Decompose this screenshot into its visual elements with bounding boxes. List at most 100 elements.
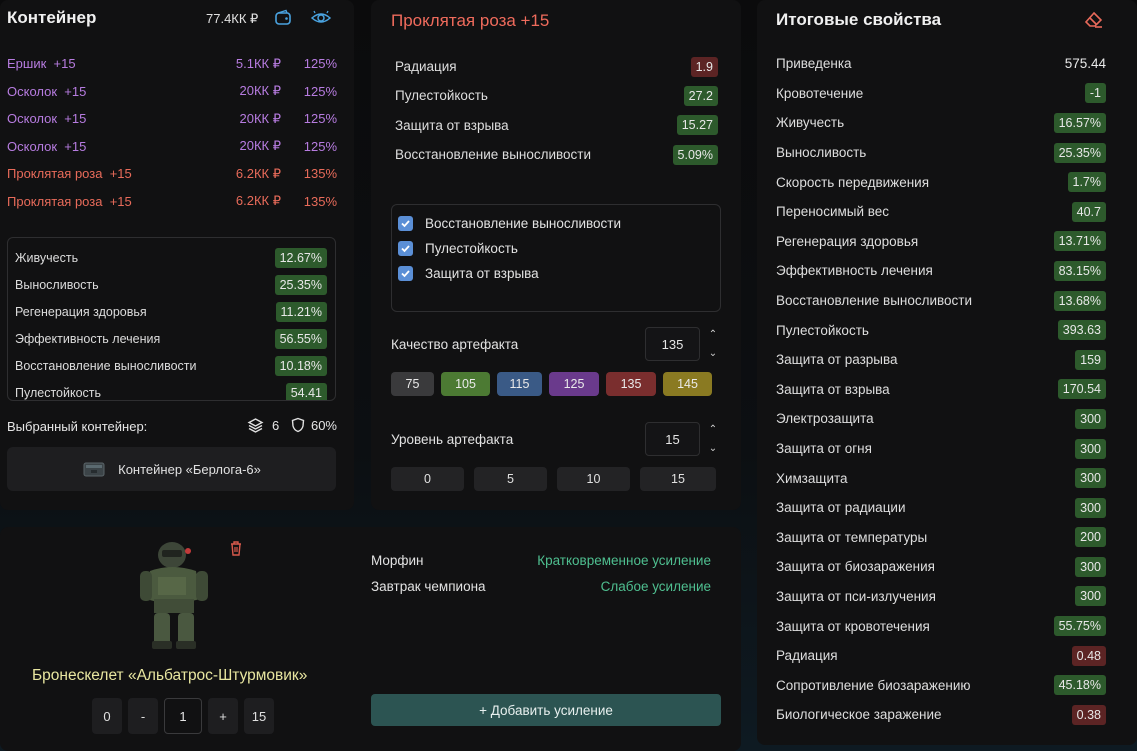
stat-label: Выносливость bbox=[15, 277, 99, 292]
chevron-down-icon[interactable]: ⌄ bbox=[709, 348, 717, 359]
container-button-label: Контейнер «Берлога-6» bbox=[118, 461, 261, 477]
artifact-row[interactable]: Осколок +15 20КК ₽ 125% bbox=[7, 78, 337, 106]
stat-label: Регенерация здоровья bbox=[15, 304, 147, 319]
property-label: Пулестойкость bbox=[395, 88, 488, 104]
total-value: 16.57% bbox=[1053, 112, 1106, 133]
boost-effect: Слабое усиление bbox=[600, 578, 711, 594]
total-value: 200 bbox=[1075, 527, 1106, 548]
artifact-row[interactable]: Проклятая роза +15 6.2КК ₽ 135% bbox=[7, 188, 337, 216]
add-boost-button[interactable]: + Добавить усиление bbox=[371, 694, 721, 726]
quality-chip[interactable]: 75 bbox=[391, 372, 434, 396]
artifact-name: Осколок bbox=[7, 83, 58, 99]
total-label: Защита от разрыва bbox=[776, 352, 898, 368]
total-label: Кровотечение bbox=[776, 85, 864, 101]
container-header: Контейнер 77.4КК ₽ bbox=[7, 8, 336, 30]
stat-value: 25.35% bbox=[274, 274, 327, 295]
artifact-title: Проклятая роза +15 bbox=[391, 11, 550, 30]
artifact-level: +15 bbox=[109, 193, 132, 209]
level-chip[interactable]: 15 bbox=[640, 467, 716, 491]
chevron-down-icon[interactable]: ⌄ bbox=[709, 443, 717, 454]
artifact-percent: 125% bbox=[303, 138, 337, 154]
property-row: Восстановление выносливости 5.09% bbox=[395, 140, 718, 169]
checklist-item[interactable]: Защита от взрыва bbox=[398, 261, 720, 286]
selected-container-row: Выбранный контейнер: 6 60% bbox=[7, 417, 337, 437]
artifact-row[interactable]: Осколок +15 20КК ₽ 125% bbox=[7, 133, 337, 161]
quality-label: Качество артефакта bbox=[391, 337, 519, 352]
min-level-button[interactable]: 0 bbox=[92, 698, 122, 734]
total-label: Защита от огня bbox=[776, 441, 872, 457]
stat-value: 54.41 bbox=[285, 382, 327, 400]
property-label: Защита от взрыва bbox=[395, 117, 509, 133]
increment-button[interactable]: + bbox=[208, 698, 238, 734]
checklist-item[interactable]: Восстановление выносливости bbox=[398, 211, 720, 236]
boost-row[interactable]: Завтрак чемпиона Слабое усиление bbox=[371, 573, 711, 599]
total-row: Защита от взрыва 170.54 bbox=[776, 375, 1106, 405]
armor-name: Бронескелет «Альбатрос-Штурмовик» bbox=[32, 667, 308, 684]
artifact-price: 5.1КК ₽ bbox=[235, 55, 281, 71]
container-stats[interactable]: Живучесть 12.67% Выносливость 25.35% Реген… bbox=[7, 237, 336, 401]
checklist-item[interactable]: Пулестойкость bbox=[398, 236, 720, 261]
boost-name: Морфин bbox=[371, 552, 424, 568]
artifact-name: Проклятая роза bbox=[7, 193, 103, 209]
decrement-button[interactable]: - bbox=[128, 698, 158, 734]
artifact-percent: 125% bbox=[303, 56, 337, 72]
artifact-price: 20КК ₽ bbox=[239, 110, 282, 126]
stat-row: Регенерация здоровья 11.21% bbox=[15, 298, 327, 325]
total-value: 45.18% bbox=[1053, 675, 1106, 696]
level-chip[interactable]: 5 bbox=[474, 467, 547, 491]
artifact-row[interactable]: Ершик +15 5.1КК ₽ 125% bbox=[7, 50, 337, 78]
total-row: Выносливость 25.35% bbox=[776, 138, 1106, 168]
quality-chip[interactable]: 115 bbox=[497, 372, 542, 396]
total-value: 300 bbox=[1075, 586, 1106, 607]
eraser-icon[interactable] bbox=[1083, 9, 1105, 31]
total-label: Электрозащита bbox=[776, 411, 874, 427]
checklist-label: Защита от взрыва bbox=[425, 266, 539, 281]
artifact-level: +15 bbox=[64, 111, 87, 127]
total-label: Защита от радиации bbox=[776, 500, 906, 516]
container-icon bbox=[83, 462, 105, 477]
total-row: Радиация 0.48 bbox=[776, 641, 1106, 671]
artifact-name: Проклятая роза bbox=[7, 166, 103, 182]
total-label: Защита от биозаражения bbox=[776, 559, 935, 575]
armor-level-input[interactable]: 1 bbox=[164, 698, 202, 734]
quality-chip[interactable]: 125 bbox=[549, 372, 599, 396]
stat-row: Восстановление выносливости 10.18% bbox=[15, 352, 327, 379]
stat-value: 10.18% bbox=[274, 355, 327, 376]
boost-row[interactable]: Морфин Кратковременное усиление bbox=[371, 547, 711, 573]
total-label: Скорость передвижения bbox=[776, 174, 930, 190]
artifact-price: 20КК ₽ bbox=[239, 83, 282, 99]
wallet-icon[interactable] bbox=[272, 7, 294, 29]
artifact-name: Осколок bbox=[7, 138, 58, 154]
stat-value: 11.21% bbox=[275, 301, 327, 322]
trash-icon[interactable] bbox=[225, 537, 247, 559]
max-level-button[interactable]: 15 bbox=[244, 698, 274, 734]
chevron-up-icon[interactable]: ⌃ bbox=[709, 424, 717, 435]
level-chip[interactable]: 0 bbox=[391, 467, 464, 491]
total-row: Сопротивление биозаражению 45.18% bbox=[776, 670, 1106, 700]
quality-chip[interactable]: 105 bbox=[441, 372, 490, 396]
total-row: Химзащита 300 bbox=[776, 463, 1106, 493]
level-input[interactable]: 15 bbox=[645, 422, 700, 456]
artifact-row[interactable]: Проклятая роза +15 6.2КК ₽ 135% bbox=[7, 160, 337, 188]
checkbox-checked-icon[interactable] bbox=[398, 216, 413, 231]
artifact-row[interactable]: Осколок +15 20КК ₽ 125% bbox=[7, 105, 337, 133]
quality-chip[interactable]: 135 bbox=[606, 372, 656, 396]
level-chip[interactable]: 10 bbox=[557, 467, 630, 491]
total-label: Регенерация здоровья bbox=[776, 233, 919, 249]
quality-input[interactable]: 135 bbox=[645, 327, 700, 361]
quality-chip[interactable]: 145 bbox=[663, 372, 712, 396]
total-value: 300 bbox=[1075, 408, 1106, 429]
selected-container-label: Выбранный контейнер: bbox=[7, 419, 148, 434]
checkbox-checked-icon[interactable] bbox=[398, 266, 413, 281]
total-row: Кровотечение -1 bbox=[776, 79, 1106, 109]
level-spinner[interactable]: ⌃ ⌄ bbox=[706, 424, 720, 454]
eye-icon[interactable] bbox=[310, 7, 332, 29]
checkbox-checked-icon[interactable] bbox=[398, 241, 413, 256]
quality-spinner[interactable]: ⌃ ⌄ bbox=[706, 329, 720, 359]
container-money: 77.4КК ₽ bbox=[206, 11, 259, 26]
property-row: Пулестойкость 27.2 bbox=[395, 81, 718, 110]
checklist-label: Восстановление выносливости bbox=[425, 216, 622, 231]
artifact-percent: 135% bbox=[303, 193, 337, 209]
chevron-up-icon[interactable]: ⌃ bbox=[709, 329, 717, 340]
container-select-button[interactable]: Контейнер «Берлога-6» bbox=[7, 447, 336, 491]
